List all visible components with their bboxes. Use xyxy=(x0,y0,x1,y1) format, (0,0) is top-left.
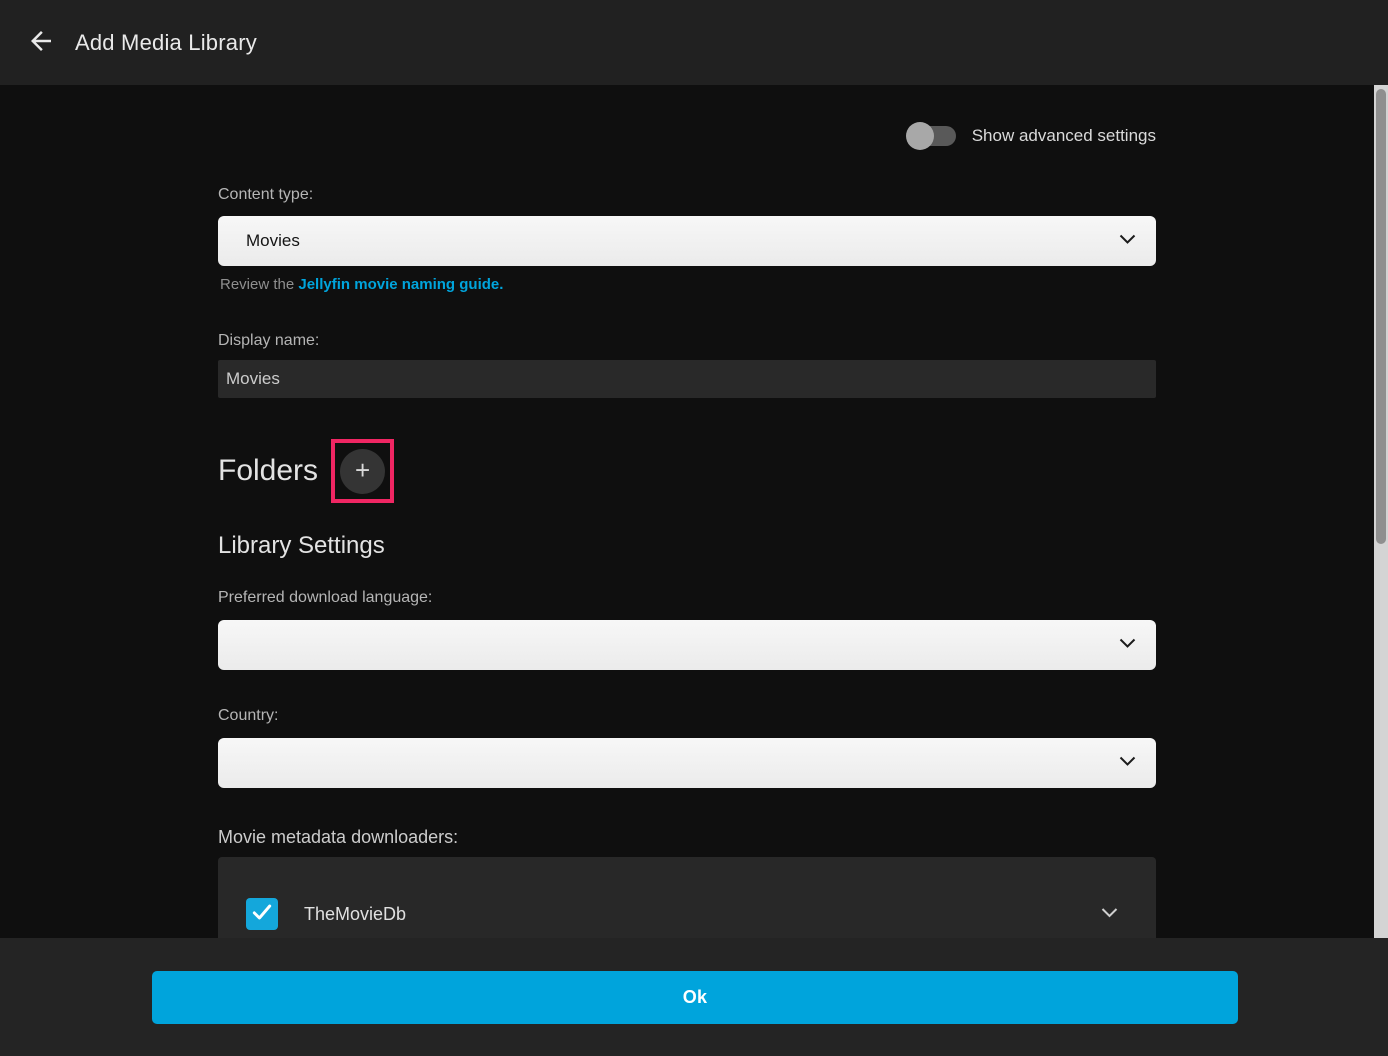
chevron-down-icon xyxy=(1119,636,1136,654)
movie-naming-guide-link[interactable]: Jellyfin movie naming guide xyxy=(298,276,499,293)
footer-bar: Ok xyxy=(0,938,1388,1056)
add-folder-focus-ring: + xyxy=(331,439,394,503)
downloader-row: TheMovieDb xyxy=(218,898,1156,930)
hint-prefix: Review the xyxy=(220,276,298,293)
back-button[interactable] xyxy=(24,26,58,60)
add-folder-button[interactable]: + xyxy=(340,449,385,494)
show-advanced-settings-toggle[interactable] xyxy=(909,126,956,146)
downloader-expand-button[interactable] xyxy=(1101,907,1118,922)
toggle-knob xyxy=(906,122,934,150)
country-select[interactable] xyxy=(218,738,1156,788)
chevron-down-icon xyxy=(1119,232,1136,250)
country-label: Country: xyxy=(218,707,278,725)
app-header: Add Media Library xyxy=(0,0,1388,85)
chevron-down-icon xyxy=(1119,754,1136,772)
checkmark-icon xyxy=(250,900,274,929)
preferred-language-label: Preferred download language: xyxy=(218,589,432,607)
display-name-label: Display name: xyxy=(218,332,319,350)
content-type-value: Movies xyxy=(218,231,300,251)
scrollbar-track[interactable] xyxy=(1374,85,1388,938)
show-advanced-settings-label: Show advanced settings xyxy=(972,126,1156,146)
downloader-name: TheMovieDb xyxy=(304,904,406,925)
plus-icon: + xyxy=(355,457,370,483)
metadata-downloaders-label: Movie metadata downloaders: xyxy=(218,827,458,848)
preferred-language-select[interactable] xyxy=(218,620,1156,670)
chevron-down-icon xyxy=(1101,907,1118,922)
scrollbar-thumb[interactable] xyxy=(1376,89,1386,544)
page-title: Add Media Library xyxy=(75,30,257,56)
folders-section-header: Folders + xyxy=(218,439,394,503)
themoviedb-checkbox[interactable] xyxy=(246,898,278,930)
content-type-select[interactable]: Movies xyxy=(218,216,1156,266)
ok-button[interactable]: Ok xyxy=(152,971,1238,1024)
content-type-label: Content type: xyxy=(218,186,313,204)
display-name-input[interactable] xyxy=(218,360,1156,398)
back-arrow-icon xyxy=(26,26,56,59)
advanced-settings-row: Show advanced settings xyxy=(909,126,1156,146)
library-settings-heading: Library Settings xyxy=(218,532,385,560)
naming-guide-hint: Review the Jellyfin movie naming guide. xyxy=(220,276,503,293)
folders-heading: Folders xyxy=(218,454,318,488)
add-media-library-screen: Add Media Library Show advanced settings… xyxy=(0,0,1388,1056)
hint-suffix: . xyxy=(499,276,503,293)
